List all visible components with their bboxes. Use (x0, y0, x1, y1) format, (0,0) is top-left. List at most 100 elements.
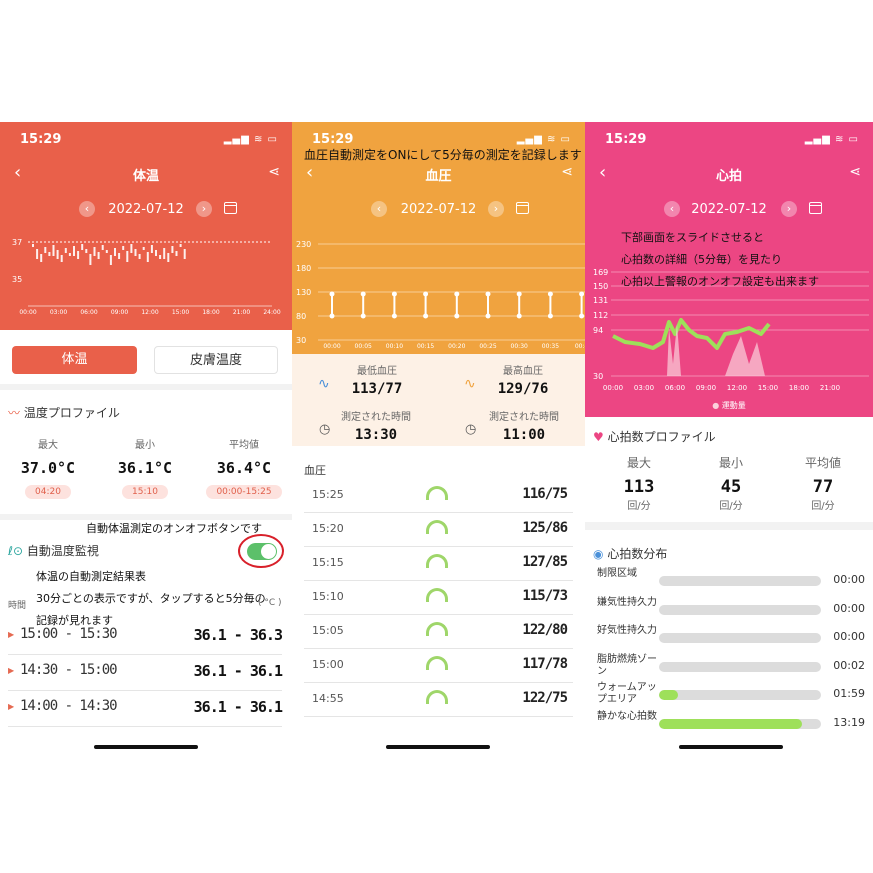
x-tick-label: 00:00 (19, 309, 36, 314)
table-row[interactable]: ▶ 15:00 - 15:30 36.1 - 36.3 (8, 618, 283, 655)
status-icons: ▂▄▆ ≋ ▭ (516, 134, 571, 145)
x-tick-label: 00:05 (355, 343, 372, 350)
list-item[interactable]: 15:20 125/86 (304, 512, 573, 547)
bp-high-point (391, 291, 397, 297)
list-item[interactable]: 14:55 122/75 (304, 682, 573, 717)
x-tick-label: 12:00 (141, 309, 158, 314)
stat-max: 最大 37.0°C 04:20 (8, 436, 88, 499)
monitor-label: 自動温度監視 (26, 544, 99, 558)
expand-icon: ▶ (8, 630, 15, 639)
temp-bar (64, 248, 67, 253)
home-indicator (94, 745, 198, 749)
date-label: 2022-07-12 (108, 202, 184, 217)
share-icon[interactable]: ⋖ (268, 164, 280, 180)
profile-heading: 〰 温度プロファイル (8, 404, 120, 421)
x-tick-label: 06:00 (80, 309, 97, 314)
heart-rate-screen: 15:29 ▂▄▆ ≋ ▭ ‹ 心拍 ⋖ ‹ 2022-07-12 › 169 1… (585, 122, 873, 763)
x-tick-label: 09:00 (111, 309, 128, 314)
calendar-icon[interactable] (809, 202, 822, 214)
home-indicator (679, 745, 783, 749)
profile-title: 心拍数プロファイル (607, 430, 716, 444)
list-title: 血圧 (304, 464, 326, 477)
stat-value: 37.0°C (20, 459, 76, 477)
x-tick-label: 24:00 (263, 309, 280, 314)
calendar-icon[interactable] (516, 202, 529, 214)
stat-label: 最大 (626, 456, 651, 470)
expand-icon: ▶ (8, 702, 15, 711)
share-icon[interactable]: ⋖ (561, 164, 573, 180)
temp-bar (138, 254, 141, 259)
heart-icon: ♥ (593, 430, 604, 444)
bp-high-point (547, 291, 553, 297)
temp-bar (68, 253, 71, 256)
share-icon[interactable]: ⋖ (849, 164, 861, 180)
row-value: 116/75 (522, 486, 568, 502)
stat-unit: 回/分 (627, 501, 651, 512)
temp-bar (114, 248, 116, 256)
stat-min-hr: 最小 45 回/分 (691, 454, 771, 512)
bp-chart: 230 180 130 80 30 00:00 00:05 00:10 00:15 00:20 00… (296, 240, 585, 350)
list-item[interactable]: 15:10 115/73 (304, 580, 573, 615)
x-tick-label: 00:4 (575, 343, 585, 350)
bp-high-point (423, 291, 429, 297)
auto-monitor-toggle[interactable] (238, 534, 284, 568)
date-selector: ‹ 2022-07-12 › (292, 200, 585, 220)
next-date-icon[interactable]: › (781, 201, 797, 217)
y-tick-label: 180 (296, 264, 311, 273)
bp-low-point (485, 313, 491, 319)
temp-bar (167, 253, 170, 262)
zone-row: 静かな心拍数 13:19 (597, 711, 865, 737)
calendar-icon[interactable] (224, 202, 237, 214)
wave-icon: ∿ (318, 376, 330, 392)
zone-time: 13:19 (833, 715, 865, 729)
bp-header: 15:29 ▂▄▆ ≋ ▭ 血圧自動測定をONにして5分毎の測定を記録します ‹… (292, 122, 585, 354)
profile-heading: ♥ 心拍数プロファイル (593, 428, 716, 445)
tab-skin-temp[interactable]: 皮膚温度 (154, 346, 278, 374)
zone-fill (659, 690, 679, 700)
bp-low-point (391, 313, 397, 319)
tab-body-temp[interactable]: 体温 (12, 346, 137, 374)
stat-value: 45 (720, 477, 742, 497)
temp-bar (52, 245, 55, 256)
table-row[interactable]: ▶ 14:00 - 14:30 36.1 - 36.1 (8, 690, 283, 727)
status-time: 15:29 (312, 132, 354, 147)
list-item[interactable]: 15:00 117/78 (304, 648, 573, 683)
annotation-alarm: 心拍以上警報のオンオフ設定も出来ます (621, 275, 819, 288)
list-item[interactable]: 15:05 122/80 (304, 614, 573, 649)
zone-time: 01:59 (833, 687, 865, 700)
next-date-icon[interactable]: › (488, 201, 504, 217)
row-time: 15:00 (312, 658, 344, 671)
row-value: 36.1 - 36.1 (193, 662, 283, 680)
stat-label: 平均値 (229, 440, 259, 451)
row-value: 115/73 (522, 588, 568, 604)
gauge-icon (426, 656, 448, 670)
gauge-icon (426, 690, 448, 704)
temp-bar (89, 254, 92, 265)
dist-title: 心拍数分布 (607, 547, 668, 561)
column-time-header: 時間 (8, 601, 27, 611)
y-tick-label: 130 (296, 288, 311, 297)
zone-label: ウォームアップエリア (597, 682, 657, 705)
bp-low-point (423, 313, 429, 319)
column-unit-header: ( °C ) (258, 598, 282, 608)
bp-high-point (329, 291, 335, 297)
temp-bar (134, 249, 137, 256)
list-item[interactable]: 15:25 116/75 (304, 478, 573, 513)
legend-label: 運動量 (721, 401, 746, 410)
temp-bar (130, 244, 133, 253)
temp-bar (146, 252, 149, 262)
next-date-icon[interactable]: › (196, 201, 212, 217)
temp-bar (81, 244, 84, 250)
list-item[interactable]: 15:15 127/85 (304, 546, 573, 581)
temp-bar (40, 254, 43, 262)
x-tick-label: 00:15 (417, 343, 434, 350)
zone-time: 00:00 (833, 630, 865, 643)
x-tick-label: 18:00 (202, 309, 219, 314)
stat-time: 04:20 (25, 485, 71, 499)
gauge-icon (426, 520, 448, 534)
row-time: 15:20 (312, 522, 344, 535)
table-row[interactable]: ▶ 14:30 - 15:00 36.1 - 36.1 (8, 654, 283, 691)
zone-row: 好気性持久力 00:00 (597, 625, 865, 651)
chart-legend: ● 運動量 (585, 400, 873, 411)
x-tick-label: 00:00 (603, 384, 623, 392)
